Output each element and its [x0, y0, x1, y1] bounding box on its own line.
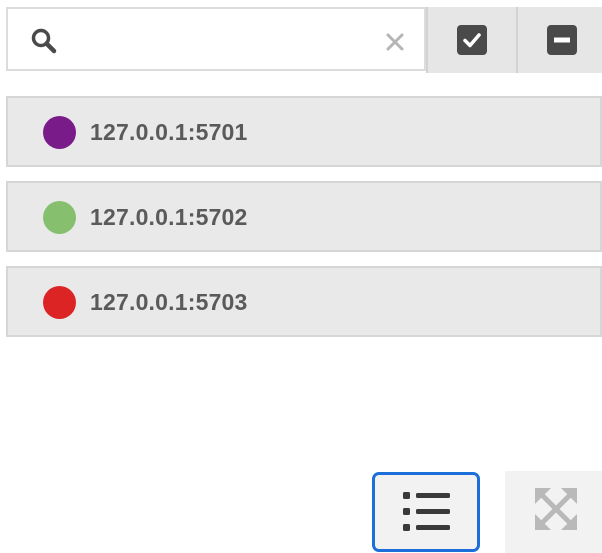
member-row[interactable]: 127.0.0.1:5703	[6, 266, 602, 337]
member-status-dot	[43, 286, 76, 319]
member-status-dot	[43, 201, 76, 234]
member-address: 127.0.0.1:5702	[90, 204, 248, 230]
member-list: 127.0.0.1:5701 127.0.0.1:5702 127.0.0.1:…	[6, 96, 602, 351]
filter-bar	[6, 7, 602, 73]
search-box[interactable]	[6, 7, 426, 71]
list-view-button[interactable]	[372, 472, 480, 552]
select-all-button[interactable]	[426, 7, 516, 73]
list-icon	[403, 492, 450, 531]
search-icon	[31, 28, 57, 54]
search-input[interactable]	[68, 21, 372, 63]
graph-view-button[interactable]	[505, 471, 602, 553]
checkbox-checked-icon	[457, 25, 487, 55]
expand-arrows-icon	[535, 488, 577, 530]
deselect-all-button[interactable]	[516, 7, 602, 73]
member-address: 127.0.0.1:5701	[90, 119, 248, 145]
minus-square-icon	[547, 25, 577, 55]
member-row[interactable]: 127.0.0.1:5701	[6, 96, 602, 167]
member-row[interactable]: 127.0.0.1:5702	[6, 181, 602, 252]
member-status-dot	[43, 116, 76, 149]
clear-search-icon[interactable]	[384, 31, 406, 53]
member-address: 127.0.0.1:5703	[90, 289, 248, 315]
